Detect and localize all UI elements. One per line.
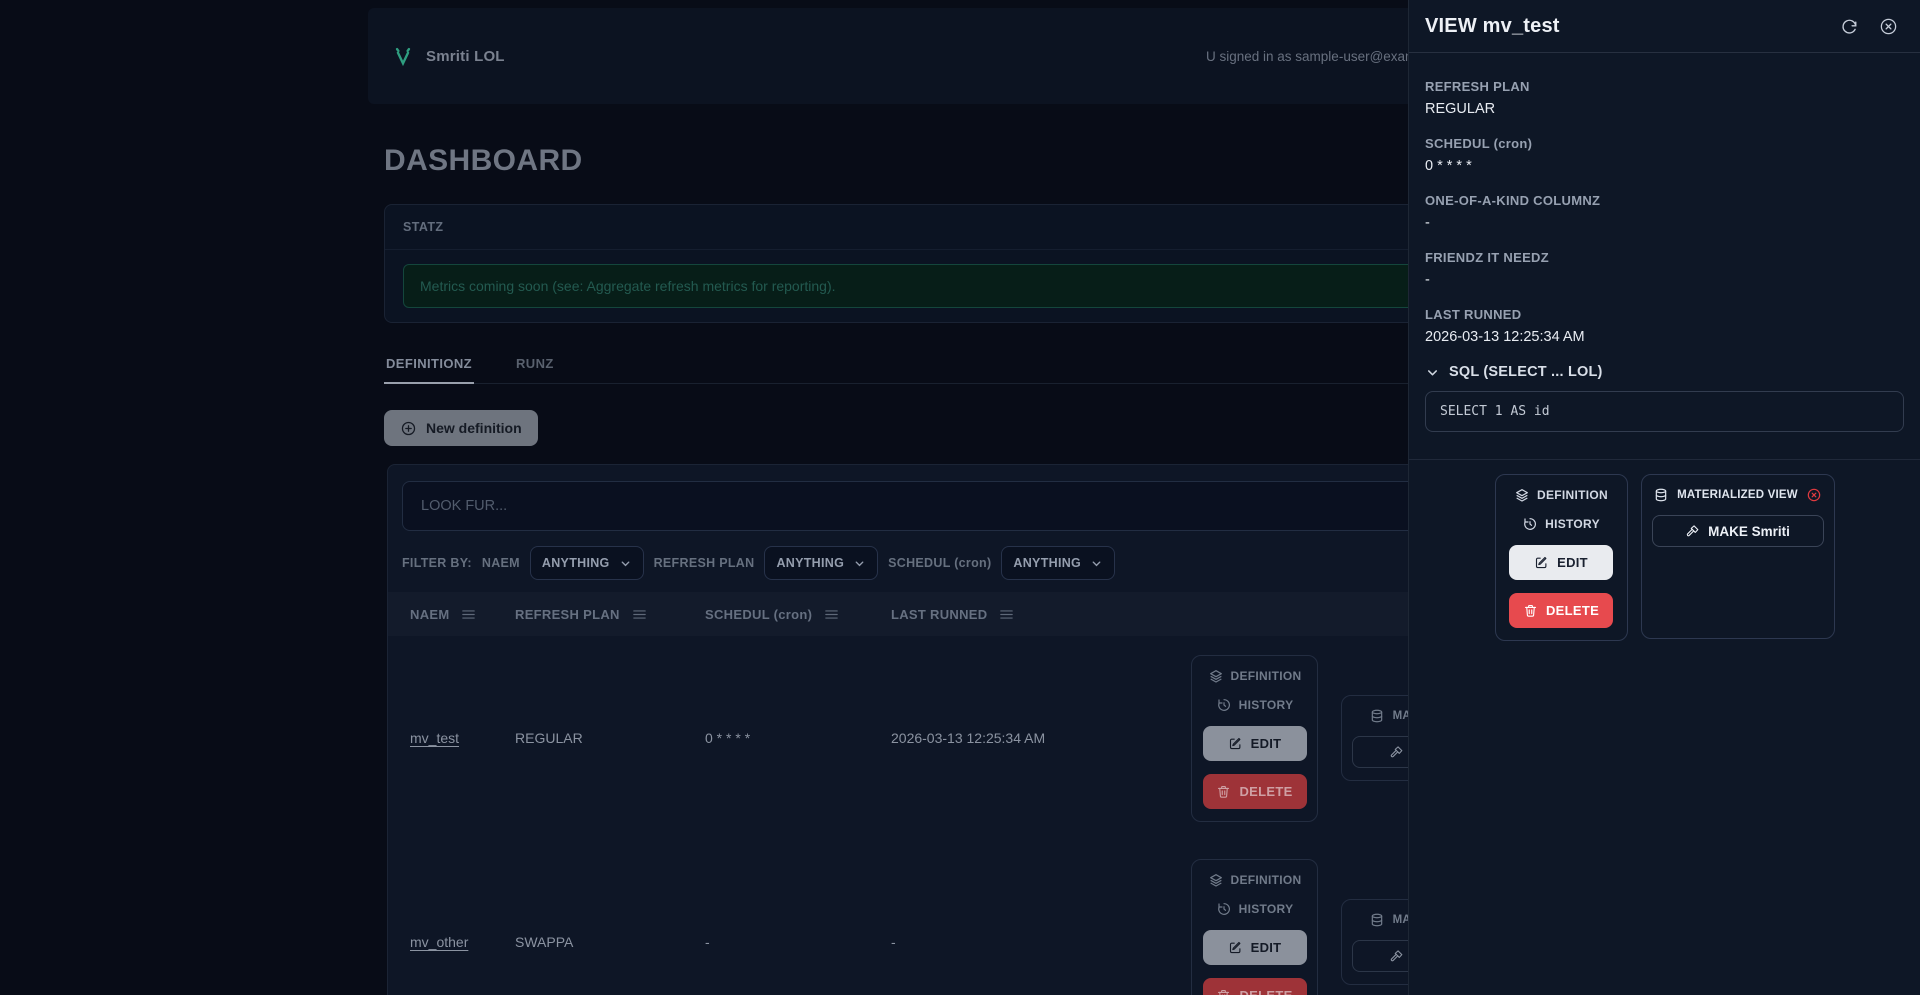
row-name-link[interactable]: mv_test <box>410 730 459 746</box>
filter-naem-label: NAEM <box>481 556 520 570</box>
drawer-materialized-card: MATERIALIZED VIEW MAKE Smriti <box>1640 474 1835 639</box>
column-menu-icon[interactable] <box>460 606 477 623</box>
hammer-icon <box>1390 745 1402 757</box>
sql-section-toggle[interactable]: SQL (SELECT ... LOL) <box>1425 364 1603 380</box>
logo-v-icon <box>392 44 414 68</box>
row-last-runned: 2026-03-13 12:25:34 AM <box>891 730 1046 746</box>
column-menu-icon[interactable] <box>631 606 648 623</box>
make-materialized-view-button[interactable]: MAKE Smriti <box>1651 515 1824 547</box>
tab-runz[interactable]: RUNZ <box>514 347 556 383</box>
close-icon-button[interactable] <box>1879 17 1898 36</box>
column-header-naem: NAEM <box>410 606 515 623</box>
definition-button[interactable]: DEFINITION <box>1208 668 1302 684</box>
drawer-field: ONE-OF-A-KIND COLUMNZ - <box>1425 193 1601 231</box>
layers-icon <box>1209 873 1222 887</box>
tab-definitionz[interactable]: DEFINITIONZ <box>384 347 475 384</box>
new-definition-label: New definition <box>426 420 522 436</box>
drawer-title: VIEW mv_test <box>1425 14 1560 37</box>
filter-refresh-plan-select[interactable]: ANYTHING <box>764 546 879 580</box>
database-icon <box>1371 913 1382 927</box>
row-name-link[interactable]: mv_other <box>410 934 468 950</box>
drawer-actions-card: DEFINITION HISTORY EDIT DELETE <box>1494 474 1628 641</box>
filter-refresh-plan-label: REFRESH PLAN <box>653 556 755 570</box>
history-button[interactable]: HISTORY <box>1216 697 1294 713</box>
layers-icon <box>1516 489 1528 502</box>
drawer-field: FRIENDZ IT NEEDZ - <box>1425 250 1549 288</box>
history-button[interactable]: HISTORY <box>1522 516 1600 532</box>
refresh-icon <box>1842 19 1857 34</box>
column-header-schedule: SCHEDUL (cron) <box>705 606 891 623</box>
refresh-button[interactable] <box>1840 17 1859 36</box>
delete-button[interactable]: DELETE <box>1509 593 1613 628</box>
drawer-field: REFRESH PLAN REGULAR <box>1425 79 1530 117</box>
column-menu-icon[interactable] <box>998 606 1015 623</box>
drawer-field: LAST RUNNED 2026-03-13 12:25:34 AM <box>1425 307 1585 345</box>
database-icon <box>1655 488 1667 502</box>
delete-button[interactable]: DELETE <box>1202 773 1307 809</box>
filter-refresh-plan-value: ANYTHING <box>776 556 845 570</box>
edit-button[interactable]: EDIT <box>1202 725 1307 761</box>
database-icon <box>1371 709 1382 723</box>
sql-code-block: SELECT 1 AS id <box>1425 391 1904 432</box>
edit-icon <box>1536 556 1547 569</box>
row-refresh-plan: REGULAR <box>515 730 583 746</box>
chevron-down-icon <box>1092 560 1101 566</box>
edit-icon <box>1229 737 1241 749</box>
row-actions-card: DEFINITION HISTORY EDIT DELETE <box>1191 654 1318 822</box>
chevron-down-icon <box>621 560 629 566</box>
trash-icon <box>1218 989 1230 995</box>
row-actions-card: DEFINITION HISTORY EDIT DELETE <box>1191 858 1318 995</box>
filter-schedule-label: SCHEDUL (cron) <box>888 556 992 570</box>
column-menu-icon[interactable] <box>823 606 840 623</box>
brand: Smriti LOL <box>392 44 505 68</box>
row-refresh-plan: SWAPPA <box>515 934 574 950</box>
hammer-icon <box>1390 949 1402 961</box>
circle-plus-icon <box>400 420 417 437</box>
filter-by-label: FILTER BY: <box>402 556 472 570</box>
drawer-field: SCHEDUL (cron) 0 * * * * <box>1425 136 1533 174</box>
layers-icon <box>1209 669 1222 683</box>
trash-icon <box>1524 604 1537 617</box>
new-definition-button[interactable]: New definition <box>384 410 538 446</box>
drawer-divider <box>1409 459 1920 460</box>
filter-naem-select[interactable]: ANYTHING <box>529 546 644 580</box>
circle-x-icon <box>1807 488 1821 502</box>
delete-button[interactable]: DELETE <box>1202 977 1307 995</box>
row-last-runned: - <box>891 934 896 950</box>
filter-naem-value: ANYTHING <box>541 556 610 570</box>
filter-schedule-value: ANYTHING <box>1013 556 1082 570</box>
trash-icon <box>1218 785 1230 798</box>
history-button[interactable]: HISTORY <box>1216 901 1294 917</box>
definition-button[interactable]: DEFINITION <box>1514 487 1608 503</box>
column-header-refresh-plan: REFRESH PLAN <box>515 606 705 623</box>
history-icon <box>1217 698 1230 711</box>
row-schedule: 0 * * * * <box>705 730 751 746</box>
edit-button[interactable]: EDIT <box>1202 929 1307 965</box>
view-drawer: VIEW mv_test REFRESH PLAN REGULAR SCHEDU… <box>1408 0 1920 995</box>
brand-name: Smriti LOL <box>426 47 505 65</box>
circle-close-icon <box>1880 18 1897 34</box>
history-icon <box>1524 518 1537 530</box>
edit-icon <box>1229 941 1241 953</box>
edit-button[interactable]: EDIT <box>1509 545 1613 580</box>
filter-schedule-select[interactable]: ANYTHING <box>1001 546 1116 580</box>
hammer-icon <box>1686 524 1699 536</box>
row-schedule: - <box>705 934 710 950</box>
drawer-header: VIEW mv_test <box>1409 0 1920 53</box>
definition-button[interactable]: DEFINITION <box>1208 872 1302 888</box>
chevron-down-icon <box>1428 369 1437 375</box>
chevron-down-icon <box>855 560 864 566</box>
column-header-last-runned: LAST RUNNED <box>891 606 1191 623</box>
history-icon <box>1217 902 1230 915</box>
